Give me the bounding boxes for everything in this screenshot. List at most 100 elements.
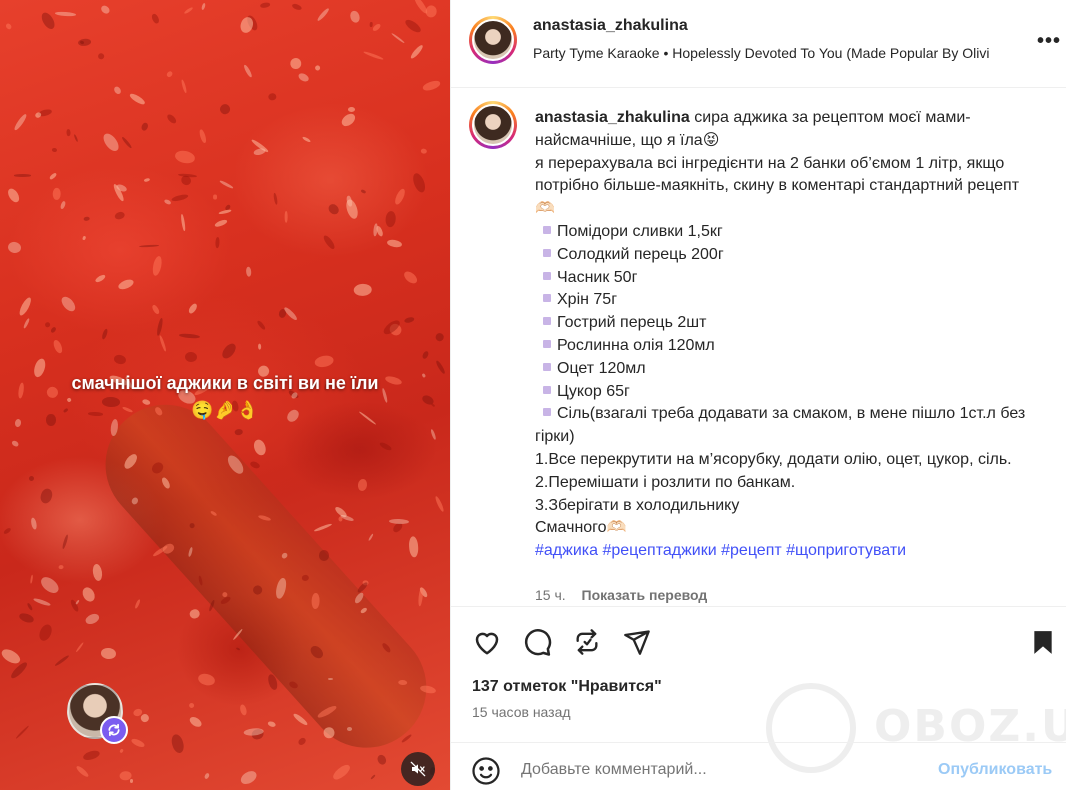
step-item: 3.Зберігати в холодильнику: [535, 496, 740, 514]
texture-speck: [18, 611, 36, 625]
bullet-icon: [543, 248, 551, 257]
bookmark-filled-icon: [1034, 631, 1052, 654]
texture-speck: [129, 778, 134, 783]
bullet-icon: [543, 294, 551, 303]
texture-speck: [196, 671, 216, 688]
texture-speck: [292, 712, 309, 727]
texture-speck: [360, 188, 367, 194]
texture-speck: [52, 188, 61, 201]
post-time[interactable]: 15 часов назад: [472, 704, 571, 720]
translate-link[interactable]: Показать перевод: [582, 587, 708, 603]
repost-button[interactable]: [571, 626, 603, 658]
texture-speck: [184, 6, 194, 15]
texture-speck: [121, 135, 133, 149]
comment-icon: [524, 629, 552, 656]
texture-speck: [165, 69, 174, 78]
ingredient-item: Рослинна олія 120мл: [535, 335, 1035, 358]
mute-button[interactable]: [401, 752, 435, 786]
bullet-icon: [543, 317, 551, 326]
ingredient-text: Оцет 120мл: [557, 359, 646, 377]
bullet-icon: [543, 225, 551, 234]
texture-speck: [163, 198, 172, 206]
texture-speck: [296, 72, 311, 84]
texture-speck: [343, 198, 360, 221]
texture-speck: [268, 92, 277, 101]
texture-speck: [252, 437, 268, 457]
texture-speck: [419, 147, 427, 154]
texture-speck: [94, 273, 107, 284]
texture-speck: [54, 11, 76, 17]
emoji-button[interactable]: [471, 756, 501, 786]
texture-speck: [83, 216, 91, 222]
texture-speck: [61, 533, 69, 549]
texture-speck: [408, 43, 425, 61]
heart-icon: [475, 632, 499, 655]
texture-speck: [187, 715, 204, 730]
author-avatar[interactable]: [469, 16, 517, 64]
like-count[interactable]: 137 отметок "Нравится": [472, 678, 662, 696]
texture-speck: [59, 201, 66, 210]
texture-speck: [284, 210, 288, 223]
texture-speck: [91, 563, 103, 582]
post-media[interactable]: смачнішої аджики в світі ви не їли 🤤🤌👌: [0, 0, 450, 790]
share-button[interactable]: [621, 626, 653, 658]
texture-speck: [288, 56, 303, 71]
texture-speck: [173, 148, 196, 165]
comment-button[interactable]: [521, 626, 553, 658]
texture-speck: [403, 316, 415, 324]
texture-speck: [370, 774, 377, 780]
ingredient-item: Солодкий перець 200г: [535, 244, 1035, 267]
texture-speck: [118, 748, 124, 754]
ingredient-list: Помідори сливки 1,5кг Солодкий перець 200…: [535, 221, 1035, 449]
texture-speck: [84, 612, 101, 627]
speaker-muted-icon: [410, 761, 426, 777]
texture-speck: [51, 339, 64, 355]
texture-speck: [75, 764, 90, 778]
texture-speck: [170, 192, 189, 203]
texture-speck: [187, 302, 199, 315]
post-side-panel: anastasia_zhakulina Party Tyme Karaoke •…: [450, 0, 1066, 790]
texture-speck: [390, 32, 405, 44]
texture-speck: [28, 475, 35, 482]
ingredient-item: Гострий перець 2шт: [535, 312, 1035, 335]
texture-speck: [12, 113, 28, 132]
ingredient-text: Сіль(взагалі треба додавати за смаком, в…: [535, 405, 1026, 446]
texture-speck: [346, 726, 353, 731]
save-button[interactable]: [1027, 626, 1059, 658]
texture-speck: [386, 239, 403, 249]
caption-username[interactable]: anastasia_zhakulina: [535, 109, 690, 126]
comment-input[interactable]: [521, 761, 881, 779]
caption-age: 15 ч.: [535, 587, 566, 603]
texture-speck: [9, 660, 29, 680]
texture-speck: [357, 478, 369, 492]
author-username[interactable]: anastasia_zhakulina: [533, 17, 688, 35]
texture-speck: [314, 354, 335, 369]
texture-speck: [297, 736, 308, 747]
texture-speck: [116, 277, 135, 292]
texture-speck: [100, 647, 117, 660]
texture-speck: [291, 2, 303, 12]
texture-speck: [249, 460, 261, 471]
more-options-icon[interactable]: •••: [1037, 30, 1061, 53]
caption-author-avatar[interactable]: [469, 101, 517, 149]
remix-icon[interactable]: [100, 716, 128, 744]
caption-closing: Смачного🫶🏻: [535, 519, 627, 537]
caption-hashtags[interactable]: #аджика #рецептаджики #рецепт #щоприготу…: [535, 540, 1035, 563]
audio-track[interactable]: Party Tyme Karaoke • Hopelessly Devoted …: [533, 45, 1013, 61]
like-button[interactable]: [471, 626, 503, 658]
texture-speck: [73, 133, 78, 142]
texture-speck: [356, 581, 370, 595]
post-header: anastasia_zhakulina Party Tyme Karaoke •…: [451, 0, 1066, 88]
texture-speck: [5, 187, 22, 205]
texture-speck: [363, 50, 384, 60]
texture-speck: [371, 22, 383, 33]
texture-speck: [375, 225, 385, 238]
texture-speck: [4, 22, 13, 31]
texture-speck: [218, 102, 233, 117]
texture-speck: [53, 654, 70, 668]
texture-speck: [30, 517, 38, 530]
texture-speck: [218, 208, 232, 216]
bullet-icon: [543, 408, 551, 417]
texture-speck: [2, 527, 12, 536]
publish-button[interactable]: Опубликовать: [938, 761, 1052, 779]
